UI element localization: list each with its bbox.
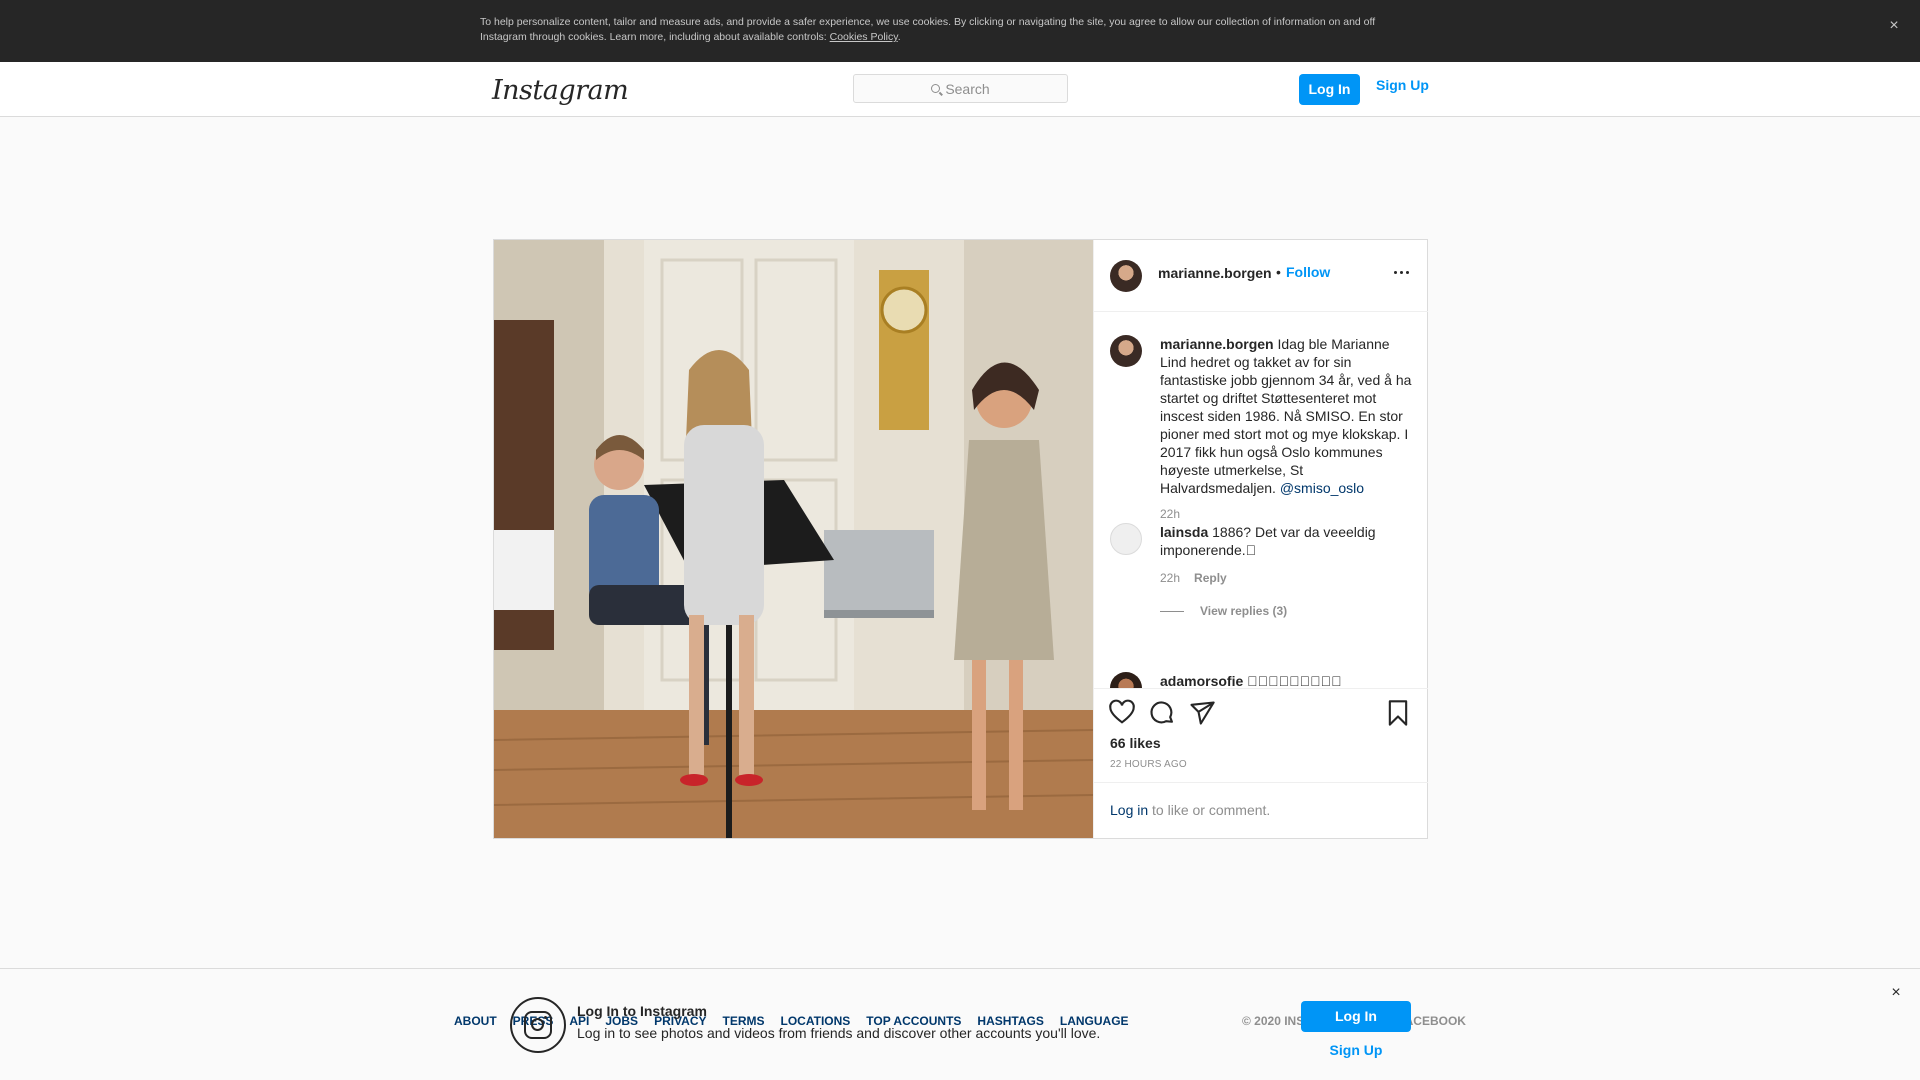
comment-icon[interactable] xyxy=(1148,699,1176,727)
more-options-icon[interactable] xyxy=(1389,260,1413,284)
banner-signup-link[interactable]: Sign Up xyxy=(1301,1042,1411,1058)
share-icon[interactable] xyxy=(1188,699,1216,727)
avatar[interactable] xyxy=(1110,672,1142,688)
cookie-text: To help personalize content, tailor and … xyxy=(480,15,1420,45)
login-link[interactable]: Log in xyxy=(1110,802,1148,818)
post-side-panel: marianne.borgen • Follow marianne.borgen… xyxy=(1093,240,1428,838)
view-replies-button[interactable]: View replies (3) xyxy=(1160,604,1287,618)
post-timestamp: 22 HOURS AGO xyxy=(1110,759,1187,770)
bookmark-icon[interactable] xyxy=(1384,699,1412,727)
avatar[interactable] xyxy=(1110,260,1142,292)
post-photo[interactable] xyxy=(494,240,1093,838)
comments-list[interactable]: marianne.borgen Idag ble Marianne Lind h… xyxy=(1094,313,1428,688)
likes-count[interactable]: 66 likes xyxy=(1110,735,1161,751)
instagram-camera-icon xyxy=(510,997,566,1053)
caption-username[interactable]: marianne.borgen xyxy=(1160,336,1274,352)
login-banner-subtitle: Log in to see photos and videos from fri… xyxy=(577,1025,1101,1041)
caption-body: Idag ble Marianne Lind hedret og takket … xyxy=(1160,336,1412,496)
divider xyxy=(1160,610,1184,612)
close-icon[interactable]: × xyxy=(1884,16,1904,36)
search-input[interactable]: Search xyxy=(853,74,1068,103)
login-prompt-text: to like or comment. xyxy=(1148,802,1271,818)
comment-text: adamorsofie           xyxy=(1160,672,1416,688)
banner-login-button[interactable]: Log In xyxy=(1301,1001,1411,1032)
list-item: adamorsofie           xyxy=(1110,672,1416,688)
mention-link[interactable]: @smiso_oslo xyxy=(1280,480,1364,496)
comment-time: 22h xyxy=(1160,571,1181,585)
comment-body:           xyxy=(1243,673,1342,688)
caption-time: 22h xyxy=(1160,507,1181,521)
login-button[interactable]: Log In xyxy=(1299,74,1360,105)
post-header: marianne.borgen • Follow xyxy=(1094,240,1428,312)
avatar[interactable] xyxy=(1110,523,1142,555)
top-navigation: Instagram Search Log In Sign Up xyxy=(0,62,1920,117)
login-banner-title: Log In to Instagram xyxy=(577,1003,707,1019)
post-username[interactable]: marianne.borgen xyxy=(1158,265,1272,281)
search-placeholder: Search xyxy=(945,80,990,97)
cookies-policy-link[interactable]: Cookies Policy xyxy=(830,31,898,43)
cookie-message: To help personalize content, tailor and … xyxy=(480,16,1376,43)
post-actions: 66 likes 22 HOURS AGO Log in to like or … xyxy=(1094,688,1428,838)
instagram-logo[interactable]: Instagram xyxy=(492,75,629,106)
caption-text: marianne.borgen Idag ble Marianne Lind h… xyxy=(1160,335,1416,497)
login-banner: Log In to Instagram Log in to see photos… xyxy=(0,968,1920,1080)
cookie-banner: To help personalize content, tailor and … xyxy=(0,0,1920,62)
login-prompt: Log in to like or comment. xyxy=(1094,782,1428,839)
post-card: marianne.borgen • Follow marianne.borgen… xyxy=(493,239,1428,839)
post-image xyxy=(494,240,1093,838)
separator-dot: • xyxy=(1276,264,1281,280)
list-item: lainsda 1886? Det var da veeeldig impone… xyxy=(1110,523,1416,623)
caption-item: marianne.borgen Idag ble Marianne Lind h… xyxy=(1110,335,1416,521)
cookie-suffix: . xyxy=(897,31,901,43)
comment-text: lainsda 1886? Det var da veeeldig impone… xyxy=(1160,523,1416,559)
search-icon xyxy=(931,84,941,93)
view-replies-label: View replies (3) xyxy=(1200,604,1288,618)
follow-button[interactable]: Follow xyxy=(1286,264,1330,280)
comment-meta: 22h Reply xyxy=(1160,571,1227,585)
reply-button[interactable]: Reply xyxy=(1194,571,1227,585)
avatar[interactable] xyxy=(1110,335,1142,367)
signup-link[interactable]: Sign Up xyxy=(1376,77,1429,93)
comment-username[interactable]: adamorsofie xyxy=(1160,673,1243,688)
heart-icon[interactable] xyxy=(1108,699,1136,727)
comment-username[interactable]: lainsda xyxy=(1160,524,1208,540)
close-icon[interactable]: × xyxy=(1886,983,1906,1003)
